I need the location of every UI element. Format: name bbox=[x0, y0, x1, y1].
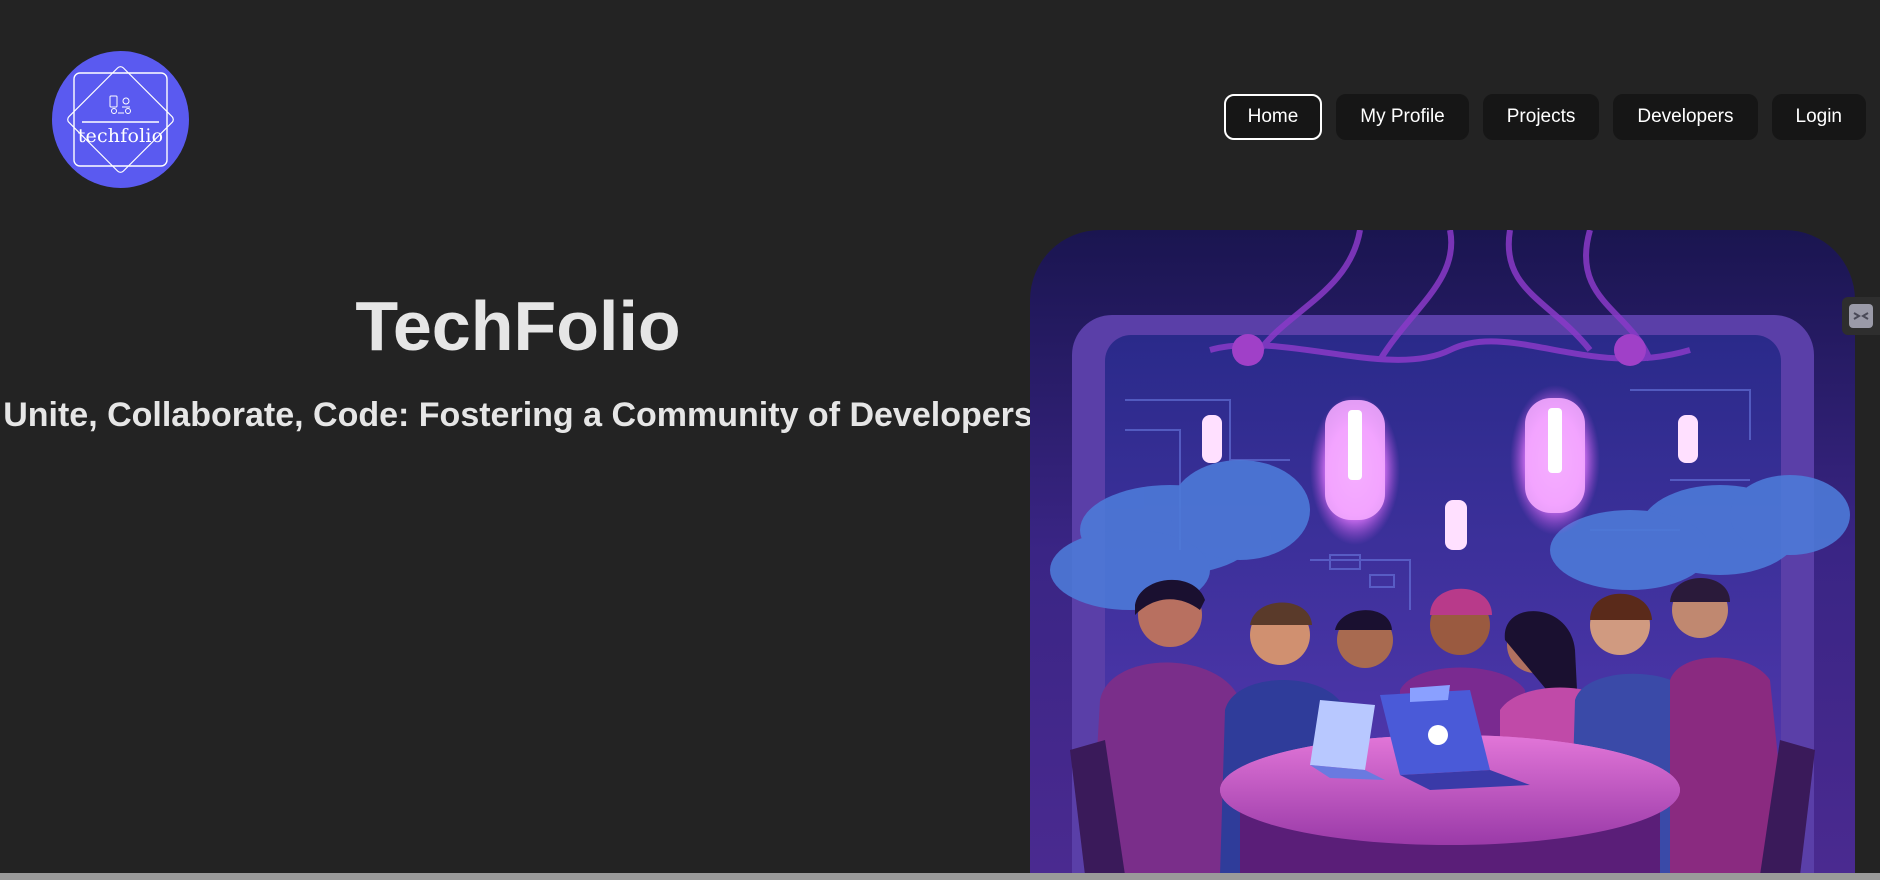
logo-text: techfolio bbox=[77, 125, 164, 147]
collapse-arrows-icon bbox=[1849, 304, 1873, 328]
horizontal-scrollbar[interactable] bbox=[0, 873, 1880, 880]
hero-illustration bbox=[1030, 230, 1855, 875]
hero-title: TechFolio bbox=[355, 287, 681, 365]
developers-collaborating-illustration-icon bbox=[1030, 230, 1855, 875]
nav-developers-button[interactable]: Developers bbox=[1613, 94, 1758, 140]
nav-login-button[interactable]: Login bbox=[1771, 94, 1866, 140]
nav-projects-button[interactable]: Projects bbox=[1482, 94, 1600, 140]
side-panel-toggle[interactable] bbox=[1842, 297, 1880, 335]
main-nav: Home My Profile Projects Developers Logi… bbox=[1223, 94, 1866, 140]
nav-my-profile-button[interactable]: My Profile bbox=[1336, 94, 1469, 140]
nav-home-button[interactable]: Home bbox=[1223, 94, 1323, 140]
techfolio-logo[interactable]: techfolio bbox=[52, 51, 189, 188]
hero-subtitle: Unite, Collaborate, Code: Fostering a Co… bbox=[3, 396, 1033, 434]
logo-frame-icon bbox=[67, 66, 174, 173]
page: techfolio Home My Profile Projects Devel… bbox=[0, 0, 1880, 880]
